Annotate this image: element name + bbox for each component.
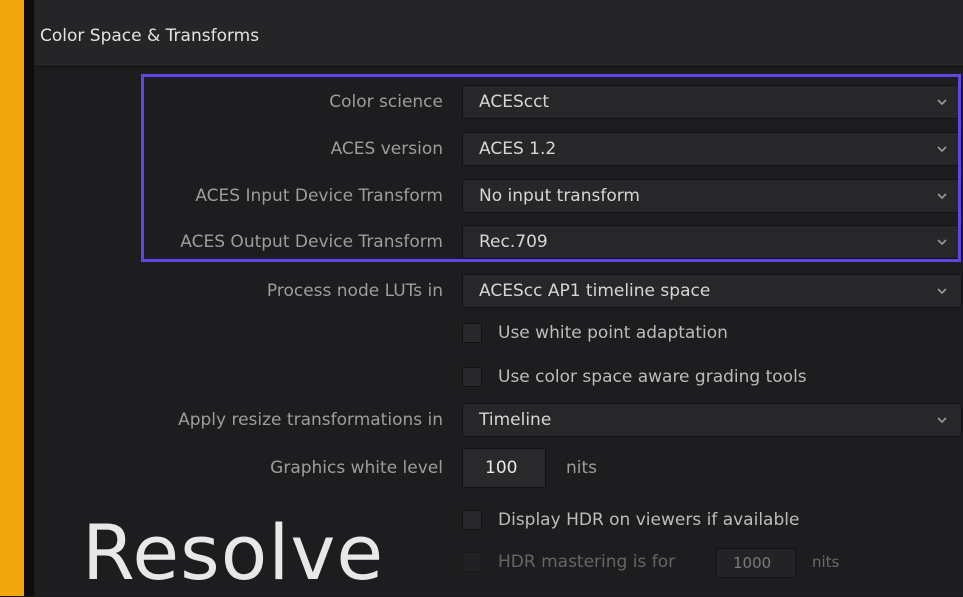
aces-output-transform-label: ACES Output Device Transform xyxy=(180,232,443,252)
display-hdr-checkbox[interactable] xyxy=(462,510,482,530)
resize-transformations-dropdown[interactable]: Timeline xyxy=(462,403,962,437)
resolve-watermark: Resolve xyxy=(82,508,385,597)
hdr-mastering-label: HDR mastering is for xyxy=(498,552,676,572)
aces-input-transform-label: ACES Input Device Transform xyxy=(195,186,443,206)
aces-input-transform-dropdown[interactable]: No input transform xyxy=(462,179,962,213)
aces-version-dropdown[interactable]: ACES 1.2 xyxy=(462,132,962,166)
graphics-white-level-value: 100 xyxy=(485,458,518,478)
aces-input-transform-value: No input transform xyxy=(479,186,640,206)
aces-output-transform-value: Rec.709 xyxy=(479,232,548,252)
accent-shadow xyxy=(24,0,34,596)
hdr-mastering-nits-unit: nits xyxy=(812,553,840,571)
color-space-aware-tools-label: Use color space aware grading tools xyxy=(498,367,807,387)
process-node-luts-value: ACEScc AP1 timeline space xyxy=(479,281,711,301)
aces-version-label: ACES version xyxy=(330,139,443,159)
process-node-luts-dropdown[interactable]: ACEScc AP1 timeline space xyxy=(462,274,962,308)
chevron-down-icon xyxy=(937,146,947,153)
panel-title: Color Space & Transforms xyxy=(40,26,260,46)
aces-version-value: ACES 1.2 xyxy=(479,139,557,159)
accent-bar xyxy=(0,0,24,596)
resize-transformations-label: Apply resize transformations in xyxy=(178,410,443,430)
white-point-adaptation-checkbox[interactable] xyxy=(462,323,482,343)
color-space-aware-tools-checkbox[interactable] xyxy=(462,367,482,387)
chevron-down-icon xyxy=(937,239,947,246)
hdr-mastering-checkbox[interactable] xyxy=(462,552,482,572)
panel-header: Color Space & Transforms xyxy=(34,0,963,67)
chevron-down-icon xyxy=(937,417,947,424)
color-science-label: Color science xyxy=(329,92,443,112)
graphics-white-level-input[interactable]: 100 xyxy=(462,448,546,488)
color-science-value: ACEScct xyxy=(479,92,550,112)
aces-output-transform-dropdown[interactable]: Rec.709 xyxy=(462,225,962,259)
color-science-dropdown[interactable]: ACEScct xyxy=(462,85,962,119)
graphics-white-level-label: Graphics white level xyxy=(270,458,443,478)
white-point-adaptation-label: Use white point adaptation xyxy=(498,323,728,343)
hdr-mastering-nits-input[interactable]: 1000 xyxy=(716,548,796,578)
graphics-white-level-unit: nits xyxy=(566,458,598,478)
chevron-down-icon xyxy=(937,288,947,295)
chevron-down-icon xyxy=(937,99,947,106)
hdr-mastering-nits-value: 1000 xyxy=(733,554,772,572)
process-node-luts-label: Process node LUTs in xyxy=(266,281,443,301)
display-hdr-label: Display HDR on viewers if available xyxy=(498,510,800,530)
chevron-down-icon xyxy=(937,193,947,200)
resize-transformations-value: Timeline xyxy=(479,410,552,430)
